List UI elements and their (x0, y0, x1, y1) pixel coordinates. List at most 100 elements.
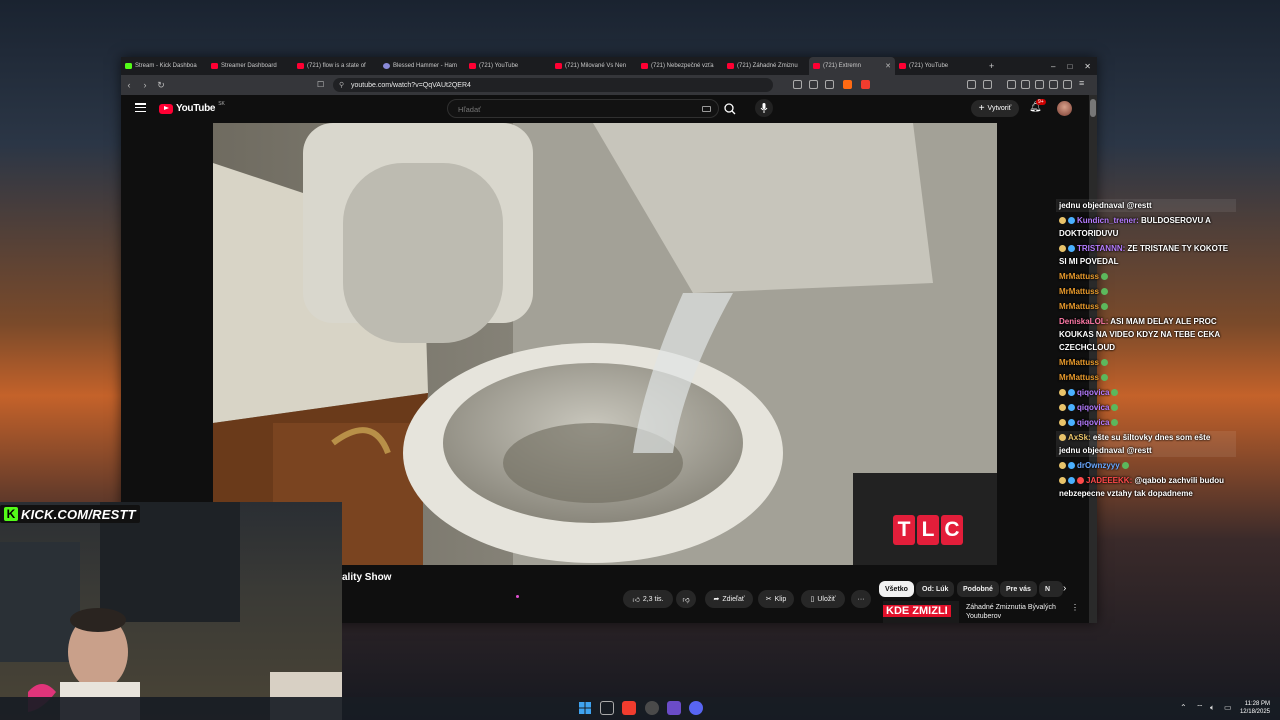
recommendation-title[interactable]: Záhadné Zmiznutia Bývalých Youtuberov (966, 603, 1066, 621)
browser-tab[interactable]: Streamer Dashboard (207, 57, 293, 75)
tab-label: Stream - Kick Dashboa (135, 63, 197, 69)
keyboard-icon[interactable] (702, 106, 711, 112)
check-emote-icon (1101, 288, 1109, 295)
share-label: Zdieľať (722, 595, 745, 603)
brave-shields-icon[interactable] (843, 80, 852, 89)
chat-badge-icon (1059, 389, 1066, 396)
mouse-cursor (516, 595, 519, 598)
brave-rewards-icon[interactable] (861, 80, 870, 89)
chat-badge-icon (1059, 404, 1066, 411)
more-actions-button[interactable]: ··· (851, 590, 871, 608)
forward-icon[interactable]: › (137, 80, 153, 90)
url-field[interactable]: ⚲ youtube.com/watch?v=QqVAUt2QER4 (333, 78, 773, 92)
dislike-button[interactable]: 👎︎ (676, 590, 696, 608)
youtube-favicon-icon (555, 63, 562, 69)
youtube-logo[interactable]: YouTube SK (159, 100, 225, 114)
task-view-icon[interactable] (600, 701, 614, 715)
chat-badge-icon (1068, 389, 1075, 396)
search-box[interactable] (447, 99, 719, 118)
search-button[interactable] (719, 99, 741, 118)
chat-badge-icon (1059, 217, 1066, 224)
thumbs-down-icon: 👎︎ (682, 596, 690, 604)
browser-tab[interactable]: (721) YouTube (895, 57, 981, 75)
tab-label: (721) flow is a state of (307, 63, 366, 69)
browser-tab[interactable]: (721) YouTube (465, 57, 551, 75)
search-icon (724, 103, 736, 115)
back-icon[interactable]: ‹ (121, 80, 137, 90)
chat-message: AxSk: ešte su šiltovky dnes som ešte jed… (1056, 431, 1236, 457)
close-icon[interactable]: ✕ (1084, 62, 1091, 71)
wallet-icon[interactable] (1035, 80, 1044, 89)
avatar[interactable] (1057, 101, 1072, 116)
browser-tab[interactable]: (721) Milované Vs Nen (551, 57, 637, 75)
create-button[interactable]: + Vytvoriť (971, 100, 1019, 117)
save-label: Uložiť (817, 595, 836, 603)
kick-channel-banner: K KICK.COM/RESTT (0, 505, 140, 523)
volume-icon[interactable]: 🔈︎ (1210, 703, 1215, 713)
share-icon[interactable] (825, 80, 834, 89)
tlc-letter: C (941, 515, 963, 545)
bookmark-icon[interactable]: ☐ (317, 80, 324, 89)
extension-icon-2[interactable] (983, 80, 992, 89)
chip-for-you[interactable]: Pre vás (1000, 581, 1037, 597)
chat-badge-icon (1059, 477, 1066, 484)
chip-new[interactable]: N (1039, 581, 1063, 597)
video-player[interactable]: T L C (213, 123, 997, 565)
clip-button[interactable]: ✂ Klip (758, 590, 794, 608)
chevron-right-icon[interactable]: › (1063, 583, 1066, 594)
tab-close-icon[interactable]: ✕ (885, 62, 891, 70)
install-icon[interactable] (793, 80, 802, 89)
chat-username: MrMattuss (1059, 272, 1100, 281)
chat-badge-icon (1068, 404, 1075, 411)
chip-all[interactable]: Všetko (879, 581, 914, 597)
chat-username: qiqovica (1077, 418, 1110, 427)
logo-country: SK (218, 100, 225, 107)
vpn-icon[interactable] (1063, 80, 1072, 89)
leo-icon[interactable] (1049, 80, 1058, 89)
browser-tab[interactable]: (721) Extremn ✕ (809, 57, 895, 75)
chip-from-channel[interactable]: Od: Lúk (916, 581, 955, 597)
chat-message: MrMattuss (1056, 371, 1236, 384)
chat-badge-icon (1077, 477, 1084, 484)
save-button[interactable]: ▯ Uložiť (801, 590, 845, 608)
youtube-play-icon (159, 103, 173, 114)
sidebar-icon[interactable] (1021, 80, 1030, 89)
reload-icon[interactable]: ↻ (153, 80, 169, 91)
tab-label: (721) YouTube (479, 63, 519, 69)
microphone-icon (760, 103, 768, 113)
share-button[interactable]: ➦ Zdieľať (705, 590, 753, 608)
browser-tab[interactable]: Stream - Kick Dashboa (121, 57, 207, 75)
voice-search-button[interactable] (755, 99, 773, 117)
search-input[interactable] (456, 104, 690, 115)
start-icon[interactable] (578, 701, 592, 715)
music-icon[interactable] (1007, 80, 1016, 89)
browser-tab[interactable]: (721) Nebezpečné vzťa (637, 57, 723, 75)
browser-tab[interactable]: (721) Záhadné Zmiznu (723, 57, 809, 75)
like-button[interactable]: 👍︎ 2,3 tis. (623, 590, 673, 608)
recommendation-menu-icon[interactable]: ⋮ (1071, 603, 1079, 612)
clock-date: 12/18/2025 (1239, 709, 1270, 715)
youtube-header: YouTube SK + Vytvoriť 🔔︎ 9+ (121, 95, 1089, 123)
wifi-icon[interactable]: ⌔ (1196, 703, 1204, 713)
clock[interactable]: 11:28 PM 12/18/2025 (1240, 700, 1270, 716)
translate-icon[interactable] (809, 80, 818, 89)
minimize-icon[interactable]: – (1051, 62, 1055, 71)
tlc-logo: T L C (893, 515, 963, 545)
app-icon-1[interactable] (645, 701, 659, 715)
browser-tab[interactable]: Blessed Hammer - Ham (379, 57, 465, 75)
brave-browser-icon[interactable] (622, 701, 636, 715)
extension-icon-1[interactable] (967, 80, 976, 89)
new-tab-button[interactable]: + (989, 61, 994, 71)
chip-related[interactable]: Podobné (957, 581, 999, 597)
battery-icon[interactable]: ▭ (1224, 703, 1232, 712)
discord-icon[interactable] (689, 701, 703, 715)
app-icon-2[interactable] (667, 701, 681, 715)
scroll-thumb[interactable] (1090, 99, 1096, 117)
recommendation-thumbnail[interactable]: KDE ZMIZLI (883, 601, 959, 623)
site-info-icon[interactable]: ⚲ (339, 81, 344, 89)
maximize-icon[interactable]: □ (1067, 62, 1072, 71)
tray-chevron-icon[interactable]: ⌃ (1180, 703, 1187, 712)
hamburger-icon[interactable] (135, 103, 146, 113)
browser-tab[interactable]: (721) flow is a state of (293, 57, 379, 75)
menu-icon[interactable]: ≡ (1079, 78, 1088, 88)
